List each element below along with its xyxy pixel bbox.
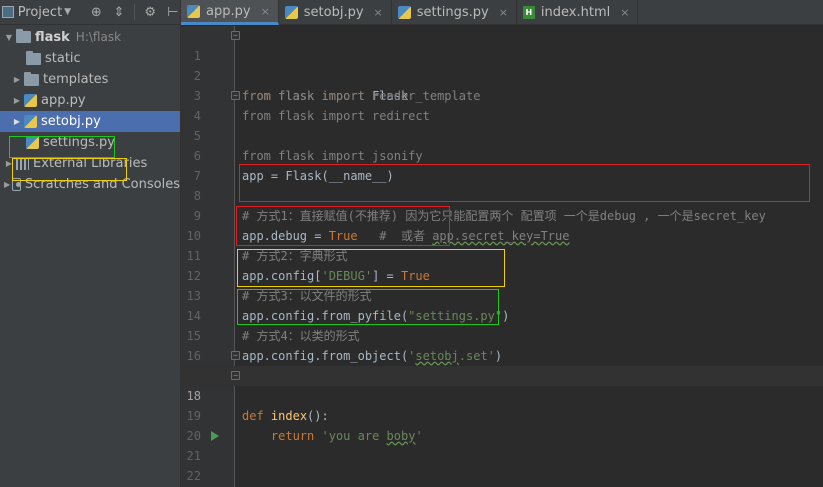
code-line[interactable]: 2 from flask import render_template xyxy=(181,46,823,103)
close-icon[interactable]: × xyxy=(620,6,629,19)
fold-icon[interactable]: − xyxy=(231,371,240,380)
python-file-icon xyxy=(187,4,200,18)
code-line[interactable]: 6 app = Flask(__name__) xyxy=(181,126,823,183)
code-line[interactable]: 7 xyxy=(181,146,823,183)
code-line[interactable]: 21 if __name__ == '__main__': xyxy=(181,426,823,463)
python-file-icon xyxy=(397,6,411,19)
collapse-icon[interactable]: ⇕ xyxy=(112,3,127,21)
code-line[interactable]: 20 xyxy=(181,406,823,443)
project-panel: Project ▼ ⊕ ⇕ ⚙ ⊢ ▼ flask H:\flask stati… xyxy=(0,0,181,487)
fold-icon[interactable]: − xyxy=(231,351,240,360)
code-line[interactable]: 16 @app.route('/index') # 访问http://127.0… xyxy=(181,326,823,383)
tree-item-static[interactable]: static xyxy=(0,48,180,69)
close-icon[interactable]: × xyxy=(261,5,270,18)
tab-label: index.html xyxy=(540,5,611,20)
tab-index-html[interactable]: H index.html × xyxy=(517,0,639,25)
chevron-right-icon[interactable]: ▶ xyxy=(12,117,22,126)
folder-icon xyxy=(16,29,31,43)
tree-item-label: static xyxy=(45,51,81,66)
fold-icon[interactable]: − xyxy=(231,91,240,100)
python-file-icon xyxy=(24,115,37,128)
code-line[interactable]: 19 xyxy=(181,386,823,423)
code-line[interactable]: 5 xyxy=(181,106,823,143)
chevron-right-icon[interactable]: ▶ xyxy=(4,180,10,189)
annotation-box-green xyxy=(9,136,115,158)
project-icon xyxy=(2,6,14,18)
html-file-icon: H xyxy=(522,6,535,19)
chevron-down-icon[interactable]: ▼ xyxy=(4,33,14,42)
annotation-box-red xyxy=(239,164,810,202)
tree-item-label: app.py xyxy=(41,93,86,108)
close-icon[interactable]: × xyxy=(499,6,508,19)
tree-item-templates[interactable]: ▶ templates xyxy=(0,69,180,90)
chevron-right-icon[interactable]: ▶ xyxy=(12,75,22,84)
tree-item-flask[interactable]: ▼ flask H:\flask xyxy=(0,26,180,48)
code-editor[interactable]: 1 − from flask import Flask 2 from flask… xyxy=(181,26,823,487)
fold-icon[interactable]: − xyxy=(231,31,240,40)
gear-icon[interactable]: ⚙ xyxy=(143,3,158,21)
tab-app-py[interactable]: app.py × xyxy=(181,0,279,25)
tree-item-label: setobj.py xyxy=(41,114,101,129)
code-line[interactable]: 4 − from flask import jsonify xyxy=(181,86,823,163)
code-line[interactable]: 3 from flask import redirect xyxy=(181,66,823,123)
crosshair-icon[interactable]: ⊕ xyxy=(89,3,104,21)
code-line[interactable]: 22 app.run() xyxy=(181,446,823,483)
project-view-selector[interactable]: Project xyxy=(18,5,62,20)
tab-setobj-py[interactable]: setobj.py × xyxy=(279,0,392,25)
folder-icon xyxy=(26,50,41,65)
code-line[interactable]: 1 − from flask import Flask xyxy=(181,26,823,103)
python-file-icon xyxy=(284,6,298,19)
close-icon[interactable]: × xyxy=(374,6,383,19)
folder-icon xyxy=(24,71,39,86)
tree-item-label: flask xyxy=(35,29,70,45)
annotation-box-yellow xyxy=(237,249,505,287)
tab-label: app.py xyxy=(206,3,251,19)
tree-item-label: templates xyxy=(43,72,109,87)
annotation-box-red xyxy=(236,206,450,246)
chevron-right-icon[interactable]: ▶ xyxy=(12,96,22,105)
tab-label: setobj.py xyxy=(303,5,364,20)
hide-icon[interactable]: ⊢ xyxy=(166,3,181,21)
code-line[interactable]: 17 − def index(): xyxy=(181,346,823,423)
code-line[interactable]: 23 xyxy=(181,466,823,486)
tab-settings-py[interactable]: settings.py × xyxy=(392,0,517,25)
annotation-box-yellow xyxy=(12,158,127,181)
tab-label: settings.py xyxy=(416,5,489,20)
tree-item-app-py[interactable]: ▶ app.py xyxy=(0,90,180,111)
code-line-current[interactable]: 18 − return 'you are boby' xyxy=(181,366,823,443)
editor-tab-bar: app.py × setobj.py × settings.py × H ind… xyxy=(181,0,823,25)
tree-item-setobj-py[interactable]: ▶ setobj.py xyxy=(0,111,180,132)
annotation-box-green xyxy=(237,289,499,325)
tree-item-path: H:\flask xyxy=(75,30,122,44)
chevron-down-icon[interactable]: ▼ xyxy=(64,7,71,17)
project-tree: ▼ flask H:\flask static ▶ templates ▶ ap… xyxy=(0,26,180,195)
toolbar-divider xyxy=(134,4,135,20)
run-icon[interactable] xyxy=(211,431,219,441)
project-panel-header: Project ▼ ⊕ ⇕ ⚙ ⊢ xyxy=(0,0,180,25)
python-file-icon xyxy=(24,94,37,107)
